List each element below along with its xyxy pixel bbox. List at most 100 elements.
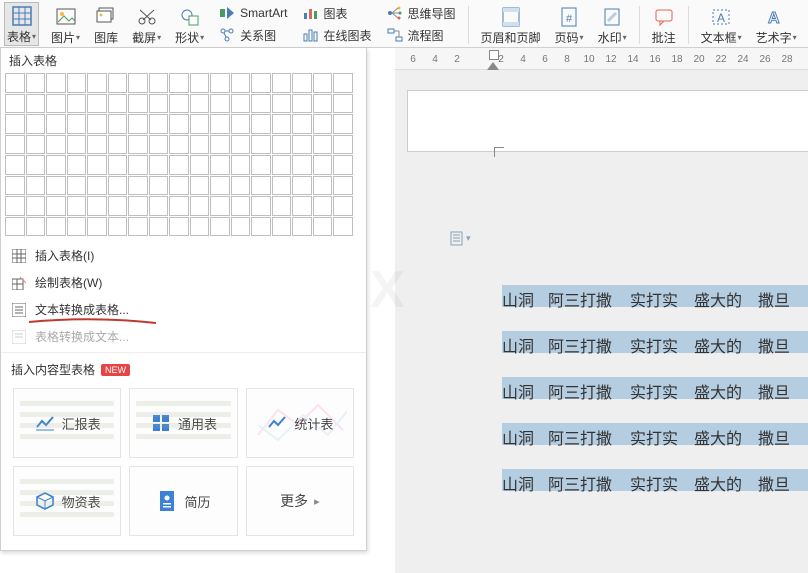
header-footer-button[interactable]: 页眉和页脚 (479, 2, 543, 46)
document-text[interactable]: 实打实 (630, 379, 678, 403)
grid-cell[interactable] (313, 94, 333, 114)
grid-cell[interactable] (210, 155, 230, 175)
grid-cell[interactable] (26, 196, 46, 216)
grid-cell[interactable] (169, 114, 189, 134)
grid-cell[interactable] (251, 217, 271, 237)
grid-cell[interactable] (210, 135, 230, 155)
picture-button[interactable]: 图片▾ (49, 2, 82, 46)
grid-cell[interactable] (108, 155, 128, 175)
grid-cell[interactable] (210, 176, 230, 196)
grid-cell[interactable] (292, 135, 312, 155)
grid-cell[interactable] (87, 135, 107, 155)
document-text[interactable]: 山洞 (502, 287, 534, 311)
grid-cell[interactable] (251, 155, 271, 175)
grid-cell[interactable] (87, 217, 107, 237)
grid-cell[interactable] (128, 135, 148, 155)
grid-cell[interactable] (210, 73, 230, 93)
grid-cell[interactable] (231, 135, 251, 155)
document-text[interactable]: 实打实 (630, 287, 678, 311)
grid-cell[interactable] (128, 196, 148, 216)
document-text[interactable]: 阿三打撒 (548, 333, 612, 357)
grid-cell[interactable] (128, 217, 148, 237)
grid-cell[interactable] (87, 155, 107, 175)
grid-cell[interactable] (272, 114, 292, 134)
grid-cell[interactable] (272, 176, 292, 196)
grid-cell[interactable] (26, 217, 46, 237)
grid-cell[interactable] (272, 135, 292, 155)
grid-cell[interactable] (231, 176, 251, 196)
watermark-button[interactable]: 水印▾ (596, 2, 629, 46)
paragraph-options-icon[interactable]: ▾ (450, 231, 471, 246)
grid-cell[interactable] (333, 176, 353, 196)
grid-cell[interactable] (149, 73, 169, 93)
grid-cell[interactable] (169, 135, 189, 155)
grid-cell[interactable] (272, 94, 292, 114)
grid-cell[interactable] (272, 155, 292, 175)
grid-cell[interactable] (5, 94, 25, 114)
grid-cell[interactable] (46, 176, 66, 196)
grid-cell[interactable] (46, 135, 66, 155)
grid-cell[interactable] (231, 155, 251, 175)
grid-cell[interactable] (149, 135, 169, 155)
chart-button[interactable]: 图表 (299, 2, 373, 24)
grid-cell[interactable] (231, 196, 251, 216)
grid-cell[interactable] (190, 114, 210, 134)
grid-cell[interactable] (87, 114, 107, 134)
grid-cell[interactable] (26, 155, 46, 175)
document-text[interactable]: 实打实 (630, 333, 678, 357)
grid-cell[interactable] (108, 114, 128, 134)
screenshot-button[interactable]: 截屏▾ (130, 2, 163, 46)
document-text[interactable]: 阿三打撒 (548, 287, 612, 311)
grid-cell[interactable] (67, 73, 87, 93)
document-text[interactable]: 阿三打撒 (548, 471, 612, 495)
document-text[interactable]: 撒旦 (758, 425, 790, 449)
page-number-button[interactable]: # 页码▾ (553, 2, 586, 46)
insert-table-item[interactable]: 插入表格(I) (1, 242, 366, 269)
grid-cell[interactable] (108, 94, 128, 114)
document-text[interactable]: 盛大的 (694, 471, 742, 495)
table-button[interactable]: 表格▾ (4, 2, 39, 46)
grid-cell[interactable] (292, 217, 312, 237)
document-text[interactable]: 撒旦 (758, 287, 790, 311)
text-to-table-item[interactable]: 文本转换成表格... (1, 296, 366, 323)
grid-cell[interactable] (5, 135, 25, 155)
grid-cell[interactable] (26, 176, 46, 196)
grid-cell[interactable] (26, 73, 46, 93)
draw-table-item[interactable]: 绘制表格(W) (1, 269, 366, 296)
grid-cell[interactable] (87, 176, 107, 196)
template-material[interactable]: 物资表 (13, 466, 121, 536)
grid-cell[interactable] (128, 176, 148, 196)
grid-cell[interactable] (190, 176, 210, 196)
grid-cell[interactable] (169, 155, 189, 175)
document-text[interactable]: 盛大的 (694, 425, 742, 449)
grid-cell[interactable] (67, 114, 87, 134)
grid-cell[interactable] (149, 196, 169, 216)
grid-cell[interactable] (149, 217, 169, 237)
grid-cell[interactable] (128, 155, 148, 175)
grid-cell[interactable] (128, 73, 148, 93)
grid-cell[interactable] (292, 196, 312, 216)
document-text[interactable]: 阿三打撒 (548, 425, 612, 449)
document-text[interactable]: 撒旦 (758, 471, 790, 495)
grid-cell[interactable] (190, 135, 210, 155)
document-text[interactable]: 撒旦 (758, 333, 790, 357)
grid-cell[interactable] (333, 196, 353, 216)
smartart-button[interactable]: SmartArt (216, 2, 289, 24)
grid-cell[interactable] (67, 94, 87, 114)
grid-cell[interactable] (333, 73, 353, 93)
grid-cell[interactable] (292, 114, 312, 134)
grid-cell[interactable] (251, 114, 271, 134)
grid-cell[interactable] (251, 73, 271, 93)
grid-cell[interactable] (149, 114, 169, 134)
grid-cell[interactable] (46, 196, 66, 216)
grid-cell[interactable] (87, 94, 107, 114)
grid-cell[interactable] (272, 217, 292, 237)
grid-cell[interactable] (46, 155, 66, 175)
grid-cell[interactable] (67, 196, 87, 216)
gallery-button[interactable]: 图库 (92, 2, 120, 46)
grid-cell[interactable] (26, 135, 46, 155)
grid-cell[interactable] (333, 155, 353, 175)
grid-cell[interactable] (108, 135, 128, 155)
grid-cell[interactable] (313, 176, 333, 196)
table-size-picker[interactable] (1, 71, 366, 242)
